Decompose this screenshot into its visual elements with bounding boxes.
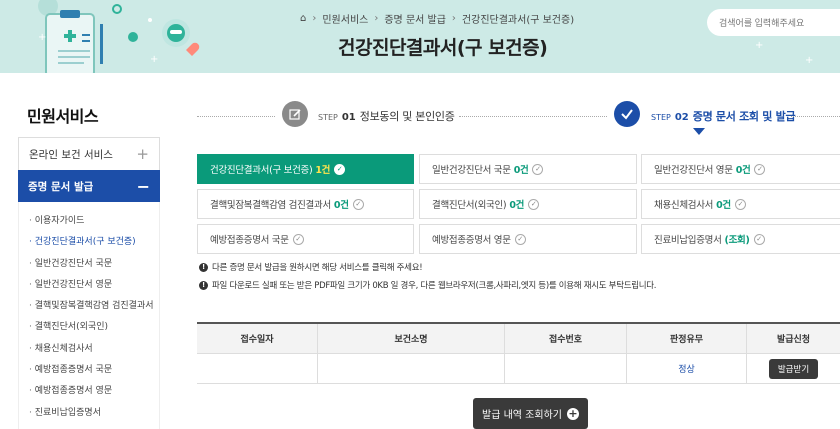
chevron-right-icon: ›	[374, 13, 379, 24]
sidebar-item-certificate-issue[interactable]: 증명 문서 발급 −	[18, 170, 160, 202]
sidebar-title: 민원서비스	[27, 107, 99, 126]
sparkle-icon: +	[805, 55, 814, 66]
sidebar-subitem[interactable]: 결핵진단서(외국인)	[19, 317, 159, 338]
document-option[interactable]: 결핵진단서(외국인) 0건 ✓	[419, 189, 637, 219]
breadcrumb: ⌂ › 민원서비스 › 증명 문서 발급 › 건강진단결과서(구 보건증)	[300, 11, 574, 26]
column-header: 발급신청	[776, 335, 811, 345]
step-divider	[197, 116, 275, 117]
sidebar-subitem[interactable]: 채용신체검사서	[19, 339, 159, 360]
cell-result: 정상	[627, 354, 747, 383]
step-2: STEP 02 증명 문서 조회 및 발급	[651, 110, 796, 123]
cell-date	[197, 354, 318, 383]
cell-center	[318, 354, 505, 383]
sidebar-submenu: 이용자가이드건강진단결과서(구 보건증)일반건강진단서 국문일반건강진단서 영문…	[18, 202, 160, 429]
arrow-down-icon	[693, 128, 705, 135]
check-circle-icon: ✓	[514, 233, 526, 245]
document-option[interactable]: 채용신체검사서 0건 ✓	[641, 189, 840, 219]
sidebar-subitem[interactable]: 결핵및잠복결핵감염 검진결과서	[19, 296, 159, 317]
clipboard-illustration-icon: + +	[38, 0, 200, 73]
exclamation-icon: !	[199, 280, 208, 290]
document-count: 0건	[333, 200, 349, 211]
sidebar-item-online-health-service[interactable]: 온라인 보건 서비스 +	[18, 137, 160, 171]
breadcrumb-item[interactable]: 건강진단결과서(구 보건증)	[462, 11, 574, 26]
column-header: 보건소명	[318, 324, 505, 353]
page-header: + + ⌂ › 민원서비스 › 증명 문서 발급 › 건강진단결과서(구 보건증…	[0, 0, 840, 73]
view-history-label: 발급 내역 조회하기	[482, 410, 562, 421]
check-circle-icon: ✓	[532, 163, 544, 175]
notice-line: ! 파일 다운로드 실패 또는 받은 PDF파일 크기가 0KB 일 경우, 다…	[199, 279, 657, 291]
sparkle-icon: +	[755, 40, 764, 51]
sidebar-item-label: 온라인 보건 서비스	[29, 148, 113, 161]
check-circle-icon: ✓	[292, 233, 304, 245]
sidebar-subitem[interactable]: 일반건강진단서 국문	[19, 254, 159, 275]
exclamation-icon: !	[199, 262, 208, 272]
document-name: 일반건강진단서 국문	[432, 165, 511, 176]
plus-circle-icon: +	[566, 406, 579, 420]
sidebar-subitem[interactable]: 예방접종증명서 영문	[19, 381, 159, 402]
step-1: STEP 01 정보동의 및 본인인증	[318, 110, 455, 123]
document-name: 일반건강진단서 영문	[654, 165, 733, 176]
check-circle-icon: ✓	[334, 163, 346, 175]
step-divider	[459, 116, 607, 117]
chevron-right-icon: ›	[312, 13, 317, 24]
sidebar-subitem[interactable]: 진료비납입증명서	[19, 403, 159, 424]
document-option[interactable]: 예방접종증명서 영문 ✓	[419, 224, 637, 254]
minus-icon: −	[136, 176, 150, 196]
cell-number	[505, 354, 627, 383]
sidebar-subitem[interactable]: 일반건강진단서 영문	[19, 275, 159, 296]
issue-button[interactable]: 발급받기	[768, 358, 819, 379]
document-name: 채용신체검사서	[654, 200, 714, 211]
plus-icon: +	[136, 145, 149, 163]
document-name: 진료비납입증명서	[654, 235, 722, 246]
home-icon[interactable]: ⌂	[300, 13, 306, 24]
document-name: 결핵및잠복결핵감염 검진결과서	[210, 200, 331, 211]
sidebar-subitem[interactable]: 이용자가이드	[19, 211, 159, 232]
column-header: 판정유무	[627, 324, 747, 353]
document-option[interactable]: 일반건강진단서 영문 0건 ✓	[641, 154, 840, 184]
step-indicator: STEP 01 정보동의 및 본인인증 STEP 02 증명 문서 조회 및 발…	[197, 98, 840, 138]
chevron-right-icon: ›	[451, 13, 456, 24]
document-option[interactable]: 예방접종증명서 국문 ✓	[197, 224, 414, 254]
svg-text:+: +	[150, 54, 158, 65]
check-icon	[614, 101, 640, 127]
check-circle-icon: ✓	[754, 163, 766, 175]
check-circle-icon: ✓	[753, 233, 765, 245]
step-divider	[791, 116, 840, 117]
search-input[interactable]	[707, 9, 840, 36]
document-count: (조회)	[724, 235, 750, 246]
cell-action: 발급받기	[747, 354, 840, 383]
issue-table: 접수일자 보건소명 접수번호 판정유무 발급신청 정상 발급받기	[197, 322, 840, 384]
document-option[interactable]: 건강진단결과서(구 보건증) 1건 ✓	[197, 154, 414, 184]
breadcrumb-item[interactable]: 민원서비스	[322, 11, 368, 26]
page-title: 건강진단결과서(구 보건증)	[338, 37, 548, 59]
document-name: 결핵진단서(외국인)	[432, 200, 507, 211]
view-history-button[interactable]: 발급 내역 조회하기 +	[473, 398, 588, 429]
notice-line: ! 다른 증명 문서 발급을 원하시면 해당 서비스를 클릭해 주세요!	[199, 261, 423, 273]
document-option[interactable]: 결핵및잠복결핵감염 검진결과서 0건 ✓	[197, 189, 414, 219]
document-count: 0건	[513, 165, 529, 176]
table-header: 접수일자 보건소명 접수번호 판정유무 발급신청	[197, 324, 840, 354]
document-name: 예방접종증명서 영문	[432, 235, 511, 246]
sidebar-item-label: 증명 문서 발급	[28, 180, 94, 193]
table-row: 정상 발급받기	[197, 354, 840, 384]
column-header: 접수번호	[505, 324, 627, 353]
document-count: 1건	[315, 165, 331, 176]
svg-text:+: +	[38, 32, 46, 43]
sidebar-subitem[interactable]: 예방접종증명서 국문	[19, 360, 159, 381]
document-count: 0건	[735, 165, 751, 176]
document-option[interactable]: 진료비납입증명서 (조회) ✓	[641, 224, 840, 254]
document-count: 0건	[716, 200, 731, 211]
check-circle-icon: ✓	[352, 198, 364, 210]
document-name: 건강진단결과서(구 보건증)	[210, 165, 313, 176]
sidebar-subitem[interactable]: 건강진단결과서(구 보건증)	[19, 232, 159, 253]
document-name: 예방접종증명서 국문	[210, 235, 289, 246]
document-option[interactable]: 일반건강진단서 국문 0건 ✓	[419, 154, 637, 184]
breadcrumb-item[interactable]: 증명 문서 발급	[384, 11, 446, 26]
check-circle-icon: ✓	[734, 198, 746, 210]
column-header: 접수일자	[197, 324, 318, 353]
pencil-icon	[282, 101, 308, 127]
document-count: 0건	[509, 200, 525, 211]
check-circle-icon: ✓	[528, 198, 540, 210]
